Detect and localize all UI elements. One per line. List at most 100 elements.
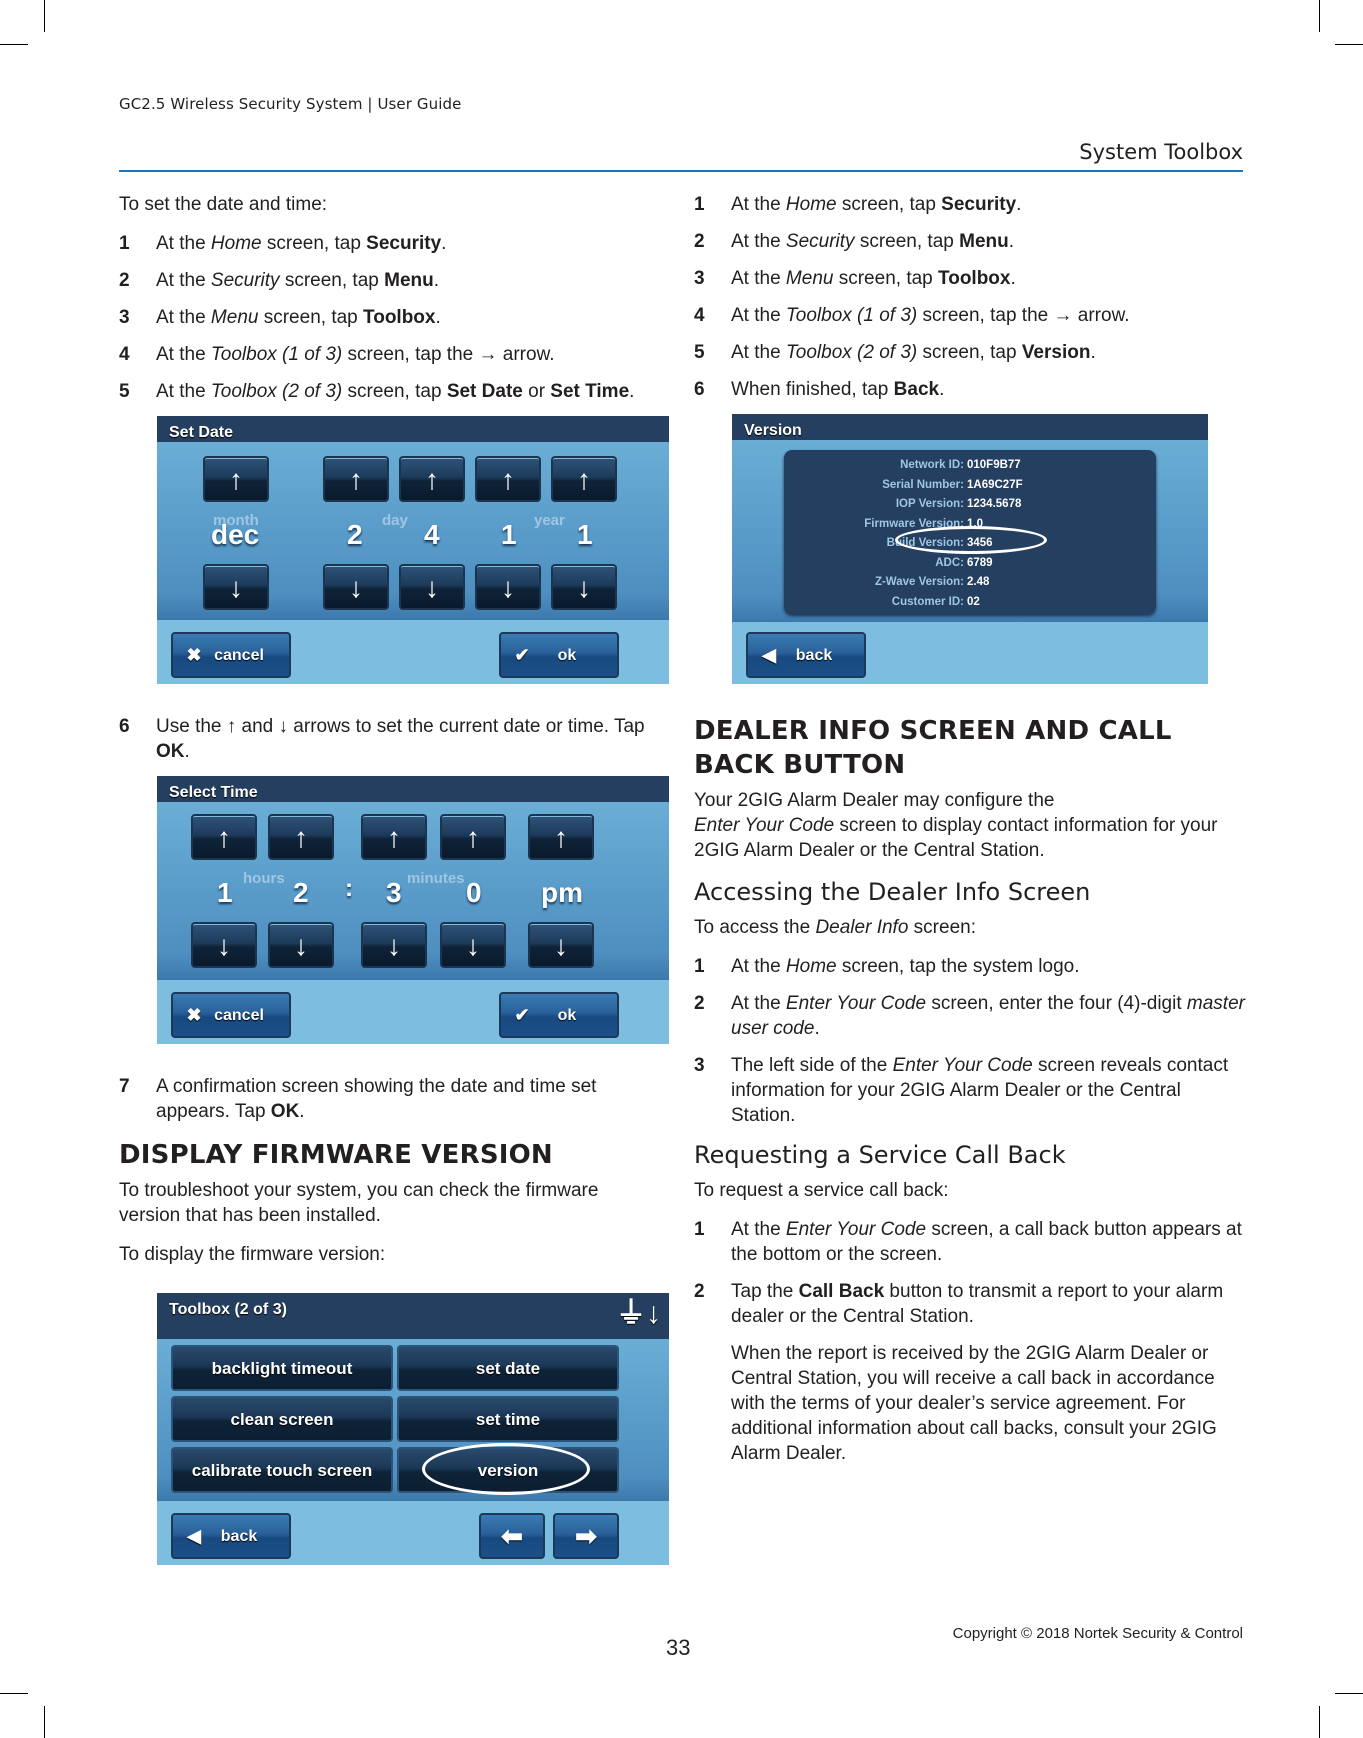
date-time-steps: 1 At the Home screen, tap Security. 2 At th… bbox=[119, 231, 649, 404]
button-name: Back bbox=[893, 379, 940, 400]
step-7: 7 A confirmation screen showing the date … bbox=[119, 1074, 649, 1124]
set-time-button[interactable]: set time bbox=[397, 1396, 619, 1442]
step-number: 3 bbox=[119, 307, 130, 328]
left-column: To set the date and time: 1 At the Home s… bbox=[119, 192, 669, 1593]
version-value: 2.48 bbox=[967, 576, 990, 588]
callback-steps: 1 At the Enter Your Code screen, a call b… bbox=[694, 1217, 1250, 1329]
version-value: 3456 bbox=[967, 537, 993, 549]
hours-tens-up-button[interactable]: ↑ bbox=[191, 814, 257, 860]
back-triangle-icon: ◀ bbox=[187, 1525, 201, 1546]
day-tens-up-button[interactable]: ↑ bbox=[323, 456, 389, 502]
ampm-down-button[interactable]: ↓ bbox=[528, 922, 594, 968]
screen-name: Menu bbox=[785, 268, 834, 289]
cancel-button[interactable]: ✖ cancel bbox=[171, 992, 291, 1038]
version-row: ADC: 6789 bbox=[784, 554, 1156, 572]
callback-heading: Requesting a Service Call Back bbox=[694, 1141, 1066, 1169]
screen-title: Version bbox=[732, 414, 1208, 440]
year-ones-value: 1 bbox=[577, 519, 593, 550]
copyright: Copyright © 2018 Nortek Security & Contr… bbox=[952, 1625, 1243, 1642]
header-rule bbox=[119, 170, 1243, 172]
step-number: 1 bbox=[694, 1219, 705, 1240]
crop-mark bbox=[1335, 1693, 1363, 1694]
step-number: 3 bbox=[694, 268, 705, 289]
month-down-button[interactable]: ↓ bbox=[203, 564, 269, 610]
cancel-label: cancel bbox=[214, 646, 264, 664]
version-key: Z-Wave Version: bbox=[874, 576, 964, 588]
running-title: GC2.5 Wireless Security System | User Gu… bbox=[119, 95, 462, 113]
ok-button[interactable]: ✔ ok bbox=[499, 632, 619, 678]
list-item: 4 At the Toolbox (1 of 3) screen, tap the… bbox=[119, 342, 649, 367]
screen-name: Enter Your Code bbox=[892, 1055, 1033, 1076]
cancel-button[interactable]: ✖ cancel bbox=[171, 632, 291, 678]
list-item: 2 At the Enter Your Code screen, enter th… bbox=[694, 991, 1250, 1041]
version-button[interactable]: version bbox=[397, 1447, 619, 1493]
version-row: IOP Version: 1234.5678 bbox=[784, 495, 1156, 513]
button-name: OK bbox=[156, 741, 185, 762]
step-number: 3 bbox=[694, 1055, 705, 1076]
step-number: 1 bbox=[694, 956, 705, 977]
screen-name: Toolbox (2 of 3) bbox=[210, 381, 343, 402]
back-button[interactable]: ◀ back bbox=[746, 632, 866, 678]
crop-mark bbox=[1319, 0, 1320, 32]
year-tens-value: 1 bbox=[501, 519, 517, 550]
minutes-tens-down-button[interactable]: ↓ bbox=[361, 922, 427, 968]
ok-button[interactable]: ✔ ok bbox=[499, 992, 619, 1038]
version-info-panel: Network ID: 010F9B77 Serial Number: 1A69C27… bbox=[784, 450, 1156, 614]
date-picker: ↑ ↑ ↑ ↑ ↑ month day year dec 2 4 1 1 ↓ ↓… bbox=[157, 442, 669, 620]
year-ones-up-button[interactable]: ↑ bbox=[551, 456, 617, 502]
text: To access the bbox=[694, 917, 816, 938]
calibrate-touch-screen-button[interactable]: calibrate touch screen bbox=[171, 1447, 393, 1493]
version-key: Network ID: bbox=[900, 459, 964, 471]
step-text: Use the ↑ and ↓ arrows to set the curren… bbox=[156, 716, 645, 762]
step-text: The left side of the Enter Your Code scr… bbox=[731, 1055, 1229, 1126]
button-name: OK bbox=[270, 1101, 300, 1122]
select-time-screen: Select Time ↑ ↑ ↑ ↑ ↑ hours minutes 1 2 … bbox=[157, 776, 669, 1044]
year-tens-up-button[interactable]: ↑ bbox=[475, 456, 541, 502]
callback-intro: To request a service call back: bbox=[694, 1180, 949, 1201]
access-steps: 1 At the Home screen, tap the system logo… bbox=[694, 954, 1250, 1128]
version-value: 1.0 bbox=[967, 517, 983, 530]
step-number: 2 bbox=[694, 1281, 705, 1302]
minutes-ones-up-button[interactable]: ↑ bbox=[440, 814, 506, 860]
version-key: ADC: bbox=[935, 556, 964, 569]
set-date-screen: Set Date ↑ ↑ ↑ ↑ ↑ month day year dec 2 … bbox=[157, 416, 669, 684]
month-up-button[interactable]: ↑ bbox=[203, 456, 269, 502]
ampm-value: pm bbox=[541, 877, 583, 908]
hours-ones-down-button[interactable]: ↓ bbox=[268, 922, 334, 968]
back-button[interactable]: ◀ back bbox=[171, 1513, 291, 1559]
screen-name: Menu bbox=[210, 307, 259, 328]
day-ones-up-button[interactable]: ↑ bbox=[399, 456, 465, 502]
firmware-heading: DISPLAY FIRMWARE VERSION bbox=[119, 1140, 553, 1170]
day-ones-down-button[interactable]: ↓ bbox=[399, 564, 465, 610]
month-value: dec bbox=[211, 519, 260, 550]
set-date-button[interactable]: set date bbox=[397, 1345, 619, 1391]
button-name: Toolbox bbox=[938, 268, 1011, 289]
day-tens-value: 2 bbox=[347, 519, 363, 550]
page-number: 33 bbox=[666, 1635, 691, 1660]
step-text: At the Toolbox (2 of 3) screen, tap Vers… bbox=[731, 342, 1096, 363]
year-tens-down-button[interactable]: ↓ bbox=[475, 564, 541, 610]
next-page-button[interactable]: ➡ bbox=[553, 1513, 619, 1559]
minutes-tens-up-button[interactable]: ↑ bbox=[361, 814, 427, 860]
screen-name: Security bbox=[785, 231, 855, 252]
button-name: Version bbox=[1021, 342, 1091, 363]
text: screen: bbox=[908, 917, 976, 938]
step-text: At the Home screen, tap Security. bbox=[731, 194, 1022, 215]
step-number: 5 bbox=[119, 381, 130, 402]
version-value: 1A69C27F bbox=[967, 478, 1023, 491]
backlight-timeout-button[interactable]: backlight timeout bbox=[171, 1345, 393, 1391]
previous-page-button[interactable]: ⬅ bbox=[479, 1513, 545, 1559]
minutes-ones-down-button[interactable]: ↓ bbox=[440, 922, 506, 968]
ampm-up-button[interactable]: ↑ bbox=[528, 814, 594, 860]
screen-name: Home bbox=[785, 194, 837, 215]
day-tens-down-button[interactable]: ↓ bbox=[323, 564, 389, 610]
year-ones-down-button[interactable]: ↓ bbox=[551, 564, 617, 610]
minutes-label: minutes bbox=[407, 870, 465, 887]
list-item: 3 The left side of the Enter Your Code sc… bbox=[694, 1053, 1250, 1128]
clean-screen-button[interactable]: clean screen bbox=[171, 1396, 393, 1442]
time-separator: : bbox=[345, 875, 353, 902]
hours-ones-up-button[interactable]: ↑ bbox=[268, 814, 334, 860]
screen-title: Select Time bbox=[157, 776, 669, 802]
close-icon: ✖ bbox=[186, 1004, 202, 1025]
hours-tens-down-button[interactable]: ↓ bbox=[191, 922, 257, 968]
